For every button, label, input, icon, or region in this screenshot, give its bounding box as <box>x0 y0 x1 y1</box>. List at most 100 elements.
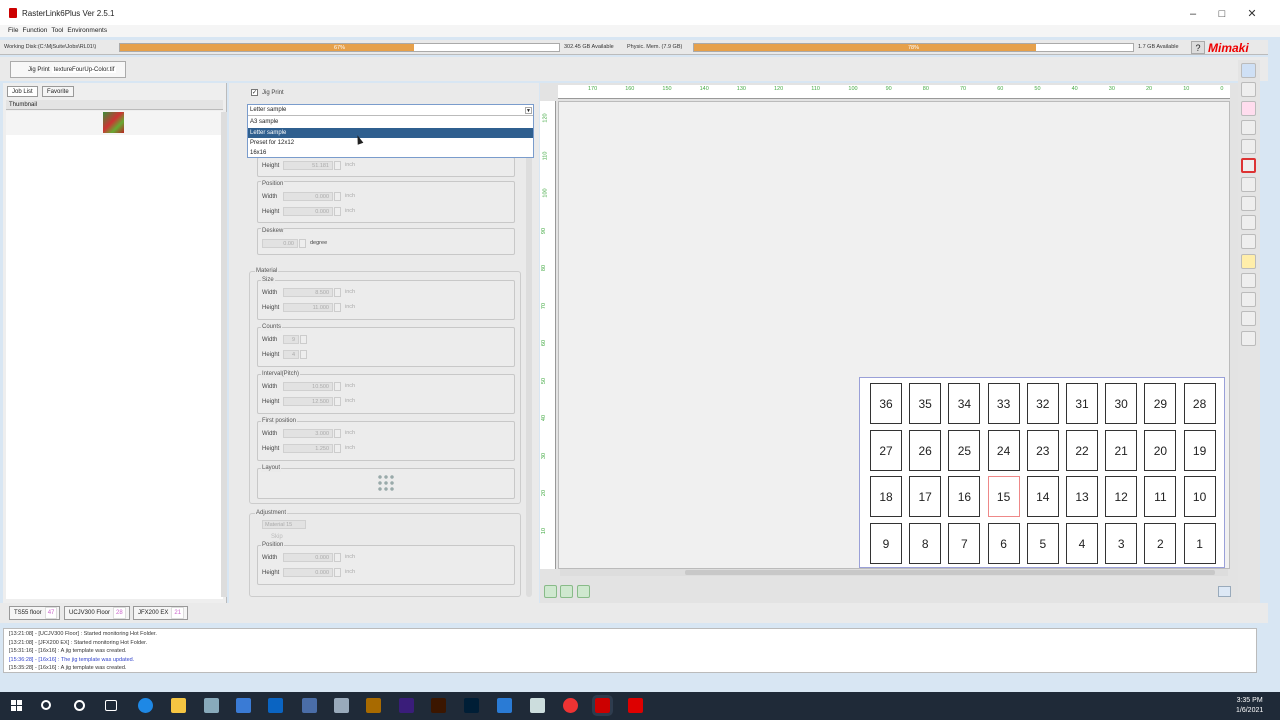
jig-print-checkbox[interactable]: ✓ <box>251 89 258 96</box>
size-height-input[interactable]: 51.181 <box>283 161 333 170</box>
tab-job-list[interactable]: Job List <box>7 86 38 97</box>
canvas-refresh-icon[interactable] <box>1218 586 1231 597</box>
adjustment-height-spinner[interactable] <box>334 568 341 577</box>
jig-cell[interactable]: 28 <box>1183 383 1216 424</box>
deskew-input[interactable]: 0.00 <box>262 239 298 248</box>
mail-icon[interactable] <box>497 698 512 713</box>
adjustment-width-input[interactable]: 0.000 <box>283 553 333 562</box>
chevron-down-icon[interactable]: ▼ <box>525 107 532 114</box>
jig-cell[interactable]: 33 <box>987 383 1020 424</box>
template-dropdown[interactable]: Letter sample ▼ A3 sample Letter sample … <box>247 104 534 158</box>
task-view-icon[interactable] <box>105 700 117 711</box>
app-icon-3[interactable] <box>530 698 545 713</box>
jig-cell[interactable]: 20 <box>1144 429 1177 471</box>
jig-cell[interactable]: 9 <box>870 523 902 565</box>
duplicate-tool-icon[interactable] <box>1241 273 1256 288</box>
template-option-letter[interactable]: Letter sample <box>248 128 533 138</box>
interval-width-input[interactable]: 10.500 <box>283 382 333 391</box>
first-position-height-spinner[interactable] <box>334 444 341 453</box>
zoom-out-icon[interactable] <box>560 585 573 598</box>
job-list-item[interactable] <box>6 111 223 135</box>
minimize-icon[interactable]: – <box>1184 5 1202 23</box>
file-explorer-icon[interactable] <box>171 698 186 713</box>
edge-icon[interactable] <box>138 698 153 713</box>
bridge-icon[interactable] <box>366 698 381 713</box>
start-icon[interactable] <box>11 700 22 711</box>
jig-cell[interactable]: 19 <box>1183 429 1216 471</box>
jig-cell[interactable]: 12 <box>1105 476 1138 518</box>
jig-cell[interactable]: 7 <box>948 523 981 565</box>
counts-width-spinner[interactable] <box>300 335 307 344</box>
canvas-hscroll-thumb[interactable] <box>685 570 1215 575</box>
material-height-input[interactable]: 11.000 <box>283 303 333 312</box>
canvas-hscrollbar[interactable] <box>560 569 1228 576</box>
job-tool-icon[interactable] <box>1241 234 1256 249</box>
printer-tab-jfx200[interactable]: JFX200 EX 21 <box>133 606 188 620</box>
rush-icon[interactable] <box>399 698 414 713</box>
jig-cell[interactable]: 4 <box>1066 523 1098 565</box>
deskew-spinner[interactable] <box>299 239 306 248</box>
search-icon[interactable] <box>41 700 51 710</box>
menu-tool[interactable]: Tool <box>51 27 63 34</box>
settings-tool-icon[interactable] <box>1241 215 1256 230</box>
jig-cell[interactable]: 8 <box>909 523 942 565</box>
printer-tab-ts55[interactable]: TS55 floor 47 <box>9 606 60 620</box>
position-height-spinner[interactable] <box>334 207 341 216</box>
jig-cell[interactable]: 29 <box>1144 383 1177 424</box>
tab-jig-print[interactable]: Jig Print textureFourUp-Color.tif <box>10 61 126 78</box>
help-button[interactable]: ? <box>1191 41 1205 54</box>
app-icon-1[interactable] <box>204 698 219 713</box>
jig-cell[interactable]: 31 <box>1066 383 1098 424</box>
position-height-input[interactable]: 0.000 <box>283 207 333 216</box>
export-tool-icon[interactable] <box>1241 292 1256 307</box>
template-option-a3[interactable]: A3 sample <box>248 117 533 127</box>
interval-height-spinner[interactable] <box>334 397 341 406</box>
jig-cell[interactable]: 13 <box>1066 476 1098 518</box>
jig-cell[interactable]: 16 <box>948 476 981 518</box>
material-width-input[interactable]: 8.500 <box>283 288 333 297</box>
photoshop-icon[interactable] <box>464 698 479 713</box>
calculator-icon[interactable] <box>302 698 317 713</box>
printer-tab-ucjv300[interactable]: UCJV300 Floor 28 <box>64 606 130 620</box>
help-tool-icon[interactable] <box>1241 331 1256 346</box>
app-icon-2[interactable] <box>334 698 349 713</box>
jig-print-tool-icon[interactable] <box>1241 158 1256 173</box>
info-tool-icon[interactable] <box>1241 63 1256 78</box>
jig-cell[interactable]: 22 <box>1066 429 1098 471</box>
jig-cell[interactable]: 21 <box>1105 429 1138 471</box>
jig-cell[interactable]: 14 <box>1026 476 1059 518</box>
menu-function[interactable]: Function <box>22 27 47 34</box>
zoom-in-icon[interactable] <box>577 585 590 598</box>
jig-cell[interactable]: 18 <box>870 476 902 518</box>
position-width-spinner[interactable] <box>334 192 341 201</box>
position-width-input[interactable]: 0.000 <box>283 192 333 201</box>
zoom-fit-icon[interactable] <box>544 585 557 598</box>
jig-cell[interactable]: 36 <box>870 383 902 424</box>
jig-cell[interactable]: 2 <box>1144 523 1177 565</box>
jig-cell[interactable]: 17 <box>909 476 942 518</box>
calendar-icon[interactable] <box>236 698 251 713</box>
job-list-scrollbar[interactable] <box>221 112 227 597</box>
adjustment-height-input[interactable]: 0.000 <box>283 568 333 577</box>
acrobat-icon[interactable] <box>628 698 643 713</box>
copy-tool-icon[interactable] <box>1241 139 1256 154</box>
jig-cell[interactable]: 26 <box>909 429 942 471</box>
jig-cell[interactable]: 11 <box>1144 476 1177 518</box>
menu-file[interactable]: File <box>8 27 18 34</box>
maximize-icon[interactable]: □ <box>1213 5 1231 23</box>
delete-tool-icon[interactable] <box>1241 311 1256 326</box>
first-position-width-spinner[interactable] <box>334 429 341 438</box>
illustrator-icon[interactable] <box>431 698 446 713</box>
interval-height-input[interactable]: 12.500 <box>283 397 333 406</box>
tab-favorite[interactable]: Favorite <box>42 86 74 97</box>
counts-height-spinner[interactable] <box>300 350 307 359</box>
template-option-16x16[interactable]: 16x16 <box>248 148 533 158</box>
template-dropdown-value[interactable]: Letter sample <box>248 105 533 116</box>
jig-cell[interactable]: 34 <box>948 383 981 424</box>
print-tool-icon[interactable] <box>1241 177 1256 192</box>
template-option-12x12[interactable]: Preset for 12x12 <box>248 138 533 148</box>
jig-cell[interactable]: 5 <box>1026 523 1059 565</box>
close-icon[interactable]: ✕ <box>1243 5 1261 23</box>
material-width-spinner[interactable] <box>334 288 341 297</box>
first-position-height-input[interactable]: 1.250 <box>283 444 333 453</box>
